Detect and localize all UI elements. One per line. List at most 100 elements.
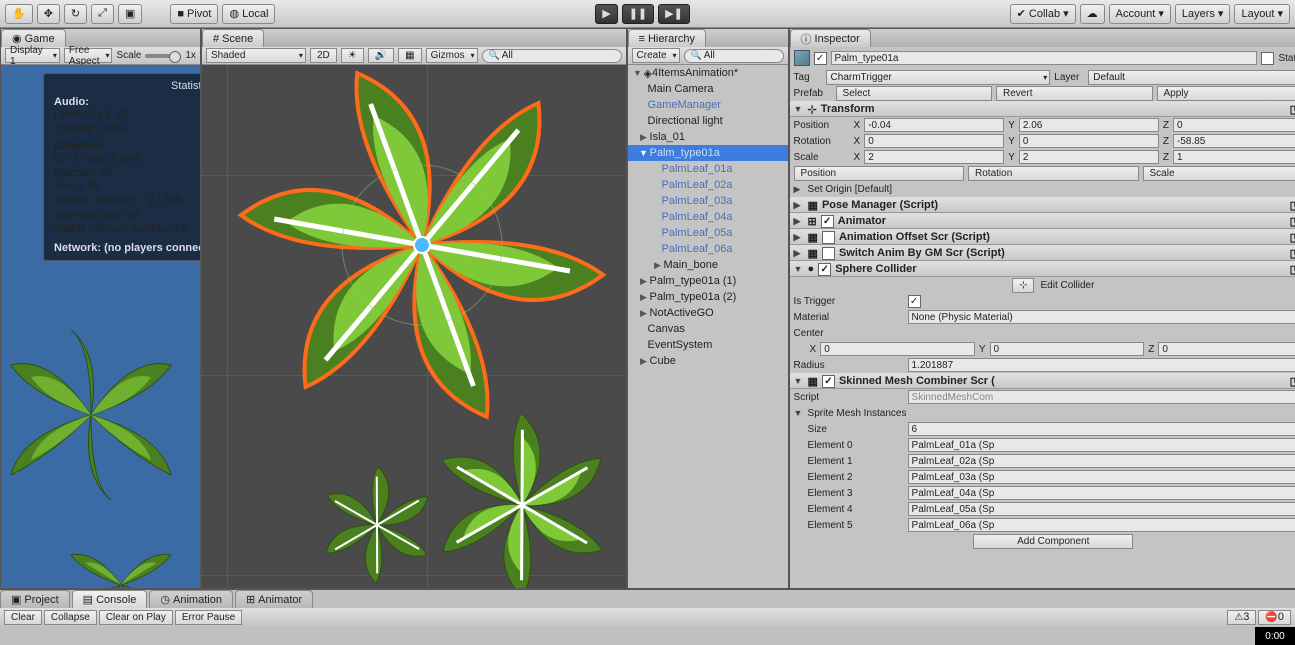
- btn-position[interactable]: Position: [794, 166, 964, 181]
- hierarchy-item[interactable]: GameManager: [628, 97, 788, 113]
- hierarchy-item[interactable]: PalmLeaf_05a: [628, 225, 788, 241]
- hierarchy-item[interactable]: PalmLeaf_03a: [628, 193, 788, 209]
- material-field[interactable]: [908, 310, 1295, 324]
- game-view[interactable]: Statistics Audio: Level: -74.8 dBDSP loa…: [1, 65, 200, 588]
- animoffset-header[interactable]: ▶▦ Animation Offset Scr (Script)◳ ⚙: [790, 229, 1295, 245]
- scale-x[interactable]: [864, 150, 1004, 164]
- rot-x[interactable]: [864, 134, 1004, 148]
- hierarchy-item[interactable]: ▶Isla_01: [628, 129, 788, 145]
- scene-tab[interactable]: # Scene: [202, 29, 264, 47]
- animation-tab[interactable]: ◷ Animation: [149, 590, 233, 608]
- btn-scale[interactable]: Scale: [1143, 166, 1295, 181]
- hierarchy-search[interactable]: All: [684, 49, 784, 63]
- element-field[interactable]: [908, 454, 1295, 468]
- size-field[interactable]: [908, 422, 1295, 436]
- play-button[interactable]: ▶: [595, 4, 617, 24]
- layers-button[interactable]: Layers ▾: [1175, 4, 1231, 24]
- account-button[interactable]: Account ▾: [1109, 4, 1171, 24]
- element-field[interactable]: [908, 518, 1295, 532]
- animator-tab[interactable]: ⊞ Animator: [235, 590, 313, 608]
- hierarchy-item[interactable]: EventSystem: [628, 337, 788, 353]
- rot-z[interactable]: [1173, 134, 1295, 148]
- animator-header[interactable]: ▶⊞ ✓ Animator◳ ⚙: [790, 213, 1295, 229]
- layer-dropdown[interactable]: Default: [1088, 70, 1295, 85]
- posemgr-header[interactable]: ▶▦ Pose Manager (Script)◳ ⚙: [790, 197, 1295, 213]
- pos-z[interactable]: [1173, 118, 1295, 132]
- prefab-select[interactable]: Select: [836, 86, 992, 101]
- project-tab[interactable]: ▣ Project: [0, 590, 70, 608]
- scene-root[interactable]: ▼◈ 4ItemsAnimation*: [628, 65, 788, 81]
- audio-toggle[interactable]: 🔊: [368, 48, 394, 63]
- hierarchy-tree[interactable]: ▼◈ 4ItemsAnimation* Main Camera GameMana…: [628, 65, 788, 588]
- switchanim-header[interactable]: ▶▦ Switch Anim By GM Scr (Script)◳ ⚙: [790, 245, 1295, 261]
- pivot-button[interactable]: ■ Pivot: [170, 4, 218, 24]
- element-field[interactable]: [908, 438, 1295, 452]
- error-pause-button[interactable]: Error Pause: [175, 610, 242, 625]
- collapse-button[interactable]: Collapse: [44, 610, 97, 625]
- radius-field[interactable]: [908, 358, 1295, 372]
- sphere-header[interactable]: ▼● ✓ Sphere Collider◳ ⚙: [790, 261, 1295, 277]
- scale-slider[interactable]: [145, 54, 181, 58]
- hierarchy-item[interactable]: ▶Main_bone: [628, 257, 788, 273]
- light-toggle[interactable]: ☀: [341, 48, 364, 63]
- shaded-dropdown[interactable]: Shaded: [206, 48, 306, 63]
- center-z[interactable]: [1158, 342, 1295, 356]
- rect-tool[interactable]: ▣: [118, 4, 142, 24]
- istrigger-checkbox[interactable]: ✓: [908, 295, 921, 308]
- btn-rotation[interactable]: Rotation: [968, 166, 1138, 181]
- element-field[interactable]: [908, 470, 1295, 484]
- aspect-dropdown[interactable]: Free Aspect: [64, 48, 113, 63]
- hand-tool[interactable]: ✋: [5, 4, 33, 24]
- hierarchy-item[interactable]: PalmLeaf_01a: [628, 161, 788, 177]
- hierarchy-item[interactable]: Main Camera: [628, 81, 788, 97]
- hierarchy-item[interactable]: PalmLeaf_04a: [628, 209, 788, 225]
- scale-y[interactable]: [1019, 150, 1159, 164]
- pos-x[interactable]: [864, 118, 1004, 132]
- hierarchy-item[interactable]: Directional light: [628, 113, 788, 129]
- hierarchy-item[interactable]: PalmLeaf_02a: [628, 177, 788, 193]
- hierarchy-item[interactable]: ▶Palm_type01a (1): [628, 273, 788, 289]
- hierarchy-item[interactable]: ▶Cube: [628, 353, 788, 369]
- smi-label[interactable]: Sprite Mesh Instances: [808, 408, 907, 419]
- inspector-tab[interactable]: ⓘ Inspector: [790, 29, 871, 47]
- 2d-toggle[interactable]: 2D: [310, 48, 337, 63]
- tag-dropdown[interactable]: CharmTrigger: [826, 70, 1051, 85]
- center-x[interactable]: [820, 342, 975, 356]
- element-field[interactable]: [908, 486, 1295, 500]
- collab-button[interactable]: ✔ Collab ▾: [1010, 4, 1076, 24]
- cloud-button[interactable]: ☁: [1080, 4, 1105, 24]
- clear-button[interactable]: Clear: [4, 610, 42, 625]
- gizmos-dropdown[interactable]: Gizmos: [426, 48, 478, 63]
- error-count[interactable]: ⛔ 0: [1258, 610, 1291, 625]
- warn-count[interactable]: ⚠ 3: [1227, 610, 1256, 625]
- hierarchy-item[interactable]: PalmLeaf_06a: [628, 241, 788, 257]
- element-field[interactable]: [908, 502, 1295, 516]
- smc-header[interactable]: ▼▦ ✓ Skinned Mesh Combiner Scr (◳ ⚙: [790, 373, 1295, 389]
- center-y[interactable]: [990, 342, 1145, 356]
- clear-on-play-button[interactable]: Clear on Play: [99, 610, 173, 625]
- scene-view[interactable]: [202, 65, 626, 588]
- static-checkbox[interactable]: [1261, 52, 1274, 65]
- rot-y[interactable]: [1019, 134, 1159, 148]
- display-dropdown[interactable]: Display 1: [5, 48, 60, 63]
- add-component-button[interactable]: Add Component: [973, 534, 1133, 549]
- name-field[interactable]: [831, 51, 1258, 65]
- hierarchy-item-selected[interactable]: ▼Palm_type01a: [628, 145, 788, 161]
- hierarchy-item[interactable]: Canvas: [628, 321, 788, 337]
- inspector-content[interactable]: ✓ Static▾ Tag CharmTrigger Layer Default…: [790, 47, 1295, 588]
- edit-collider-icon[interactable]: ⊹: [1012, 278, 1034, 293]
- hierarchy-tab[interactable]: ≡ Hierarchy: [628, 29, 707, 47]
- create-dropdown[interactable]: Create: [632, 48, 680, 63]
- layout-button[interactable]: Layout ▾: [1234, 4, 1290, 24]
- console-tab[interactable]: ▤ Console: [72, 590, 148, 608]
- move-tool[interactable]: ✥: [37, 4, 60, 24]
- transform-header[interactable]: ▼⊹ Transform◳ ⚙: [790, 101, 1295, 117]
- pause-button[interactable]: ❚❚: [622, 4, 654, 24]
- hierarchy-item[interactable]: ▶Palm_type01a (2): [628, 289, 788, 305]
- fx-toggle[interactable]: ▦: [398, 48, 421, 63]
- local-button[interactable]: ◍ Local: [222, 4, 275, 24]
- pos-y[interactable]: [1019, 118, 1159, 132]
- hierarchy-item[interactable]: ▶NotActiveGO: [628, 305, 788, 321]
- scene-search[interactable]: All: [482, 49, 622, 63]
- rotate-tool[interactable]: ↻: [64, 4, 87, 24]
